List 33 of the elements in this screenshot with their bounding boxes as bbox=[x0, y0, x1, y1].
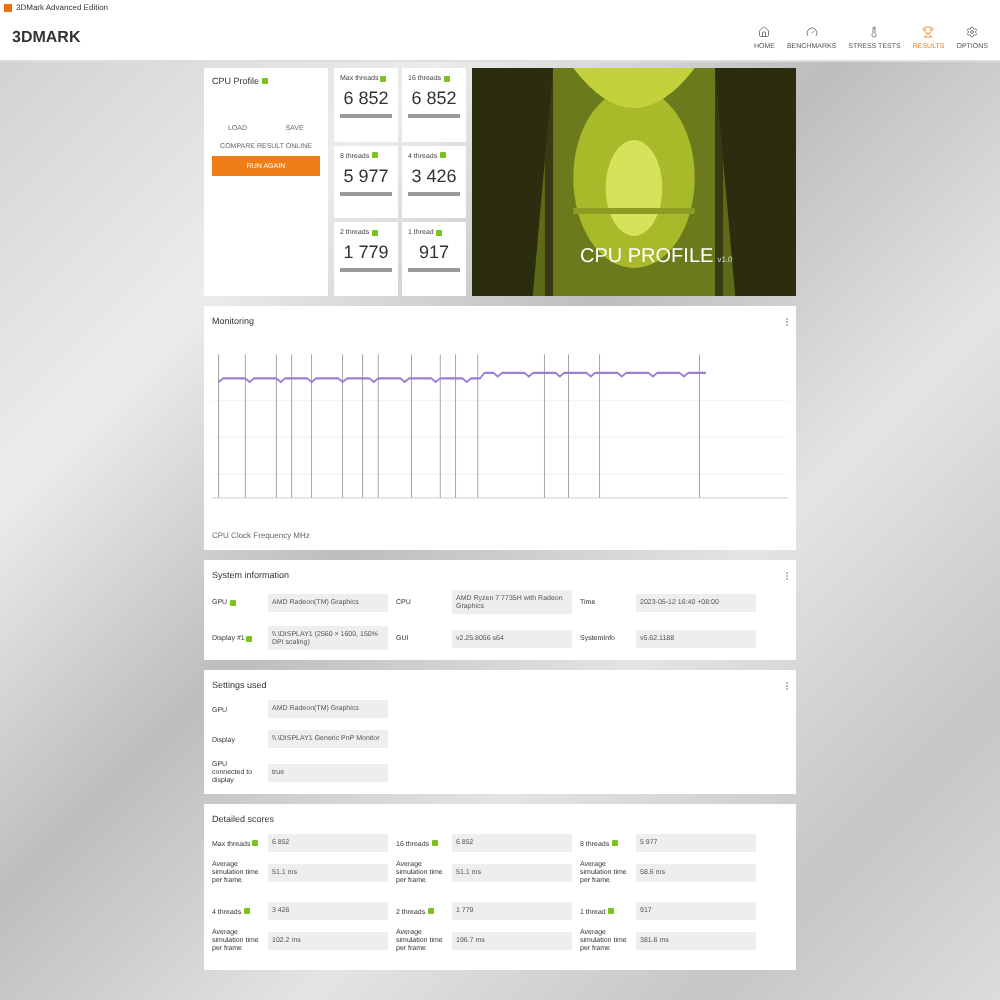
score-bar bbox=[408, 268, 460, 273]
info-icon[interactable] bbox=[229, 599, 236, 605]
info-icon[interactable] bbox=[252, 840, 259, 846]
score-value: 917 bbox=[416, 242, 452, 263]
score-value: 3 426 bbox=[409, 165, 459, 186]
app-logo: 3DMARK bbox=[12, 28, 81, 46]
info-icon[interactable] bbox=[380, 75, 387, 81]
info-icon[interactable] bbox=[443, 75, 450, 81]
info-icon[interactable] bbox=[371, 152, 378, 159]
info-icon[interactable] bbox=[427, 908, 434, 914]
home-icon bbox=[758, 25, 771, 37]
score-value: 5 977 bbox=[341, 165, 391, 186]
info-icon[interactable] bbox=[439, 152, 446, 159]
info-icon[interactable] bbox=[261, 78, 268, 84]
info-icon[interactable] bbox=[246, 635, 253, 641]
info-icon[interactable] bbox=[435, 229, 442, 236]
settings-icon bbox=[966, 25, 979, 37]
app-icon bbox=[4, 3, 12, 11]
info-icon[interactable] bbox=[243, 908, 250, 914]
hero-title: CPU PROFILE bbox=[580, 246, 714, 268]
score-bar bbox=[340, 191, 392, 196]
score-value: 6 852 bbox=[341, 88, 391, 108]
thermometer-icon bbox=[868, 25, 881, 37]
info-icon[interactable] bbox=[431, 840, 438, 846]
score-value: 6 852 bbox=[409, 88, 459, 108]
score-bar bbox=[340, 268, 392, 273]
info-icon[interactable] bbox=[371, 229, 378, 236]
info-icon[interactable] bbox=[607, 908, 614, 914]
gauge-icon bbox=[805, 25, 818, 37]
trophy-icon bbox=[922, 25, 935, 37]
score-value: 1 779 bbox=[341, 242, 391, 263]
info-icon[interactable] bbox=[611, 840, 618, 846]
score-bar bbox=[408, 191, 460, 196]
